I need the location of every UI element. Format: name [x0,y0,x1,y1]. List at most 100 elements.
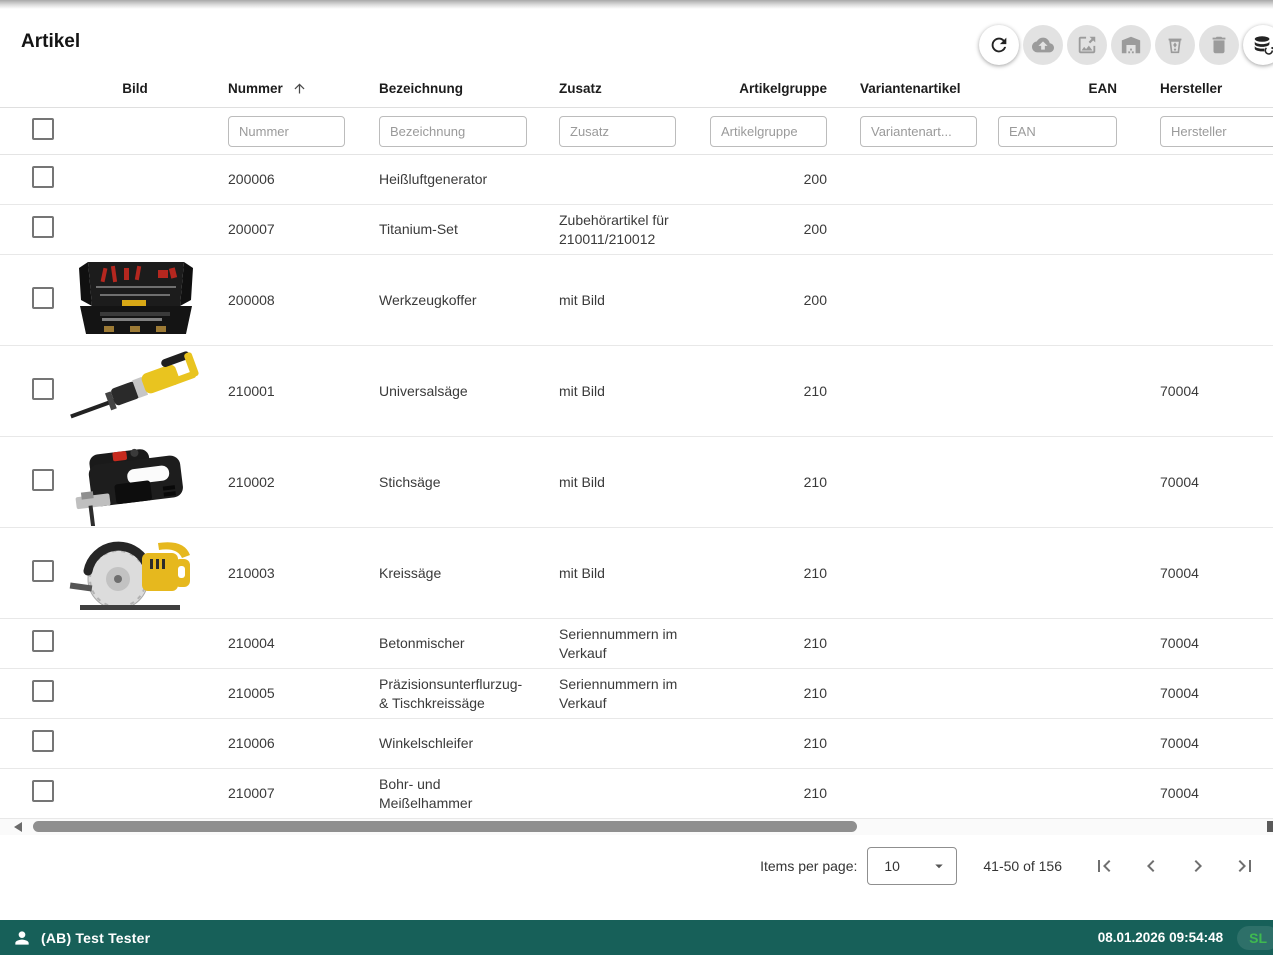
cell-artikelgruppe: 200 [700,170,827,189]
cell-nummer: 210003 [210,564,369,583]
filter-input-variantenartikel[interactable] [860,116,977,147]
table-row[interactable]: 210003Kreissägemit Bild21070004 [0,528,1273,619]
filter-input-bezeichnung[interactable] [379,116,527,147]
row-checkbox[interactable] [32,378,54,400]
cell-artikelgruppe: 210 [700,684,827,703]
trash-diamond-icon [1164,34,1186,56]
filter-cell-artikelgruppe [700,116,827,147]
cell-select [0,166,60,193]
select-all-checkbox[interactable] [32,118,54,140]
database-sync-icon [1252,34,1273,56]
cell-artikelgruppe: 210 [700,382,827,401]
column-header-nummer[interactable]: Nummer [210,79,369,98]
scroll-right-icon[interactable] [1267,821,1273,832]
table-row[interactable]: 210002Stichsägemit Bild21070004 [0,437,1273,528]
row-checkbox[interactable] [32,287,54,309]
cell-bezeichnung: Universalsäge [369,382,549,401]
horizontal-scrollbar[interactable] [0,819,1273,835]
cell-hersteller: 70004 [1127,473,1273,492]
row-checkbox[interactable] [32,216,54,238]
cell-select [0,378,60,405]
filter-input-hersteller[interactable] [1160,116,1273,147]
row-checkbox[interactable] [32,630,54,652]
cell-artikelgruppe: 210 [700,734,827,753]
column-header-ean[interactable]: EAN [987,79,1127,98]
cell-bild [60,438,210,526]
cell-nummer: 210006 [210,734,369,753]
page-size-select[interactable]: 10 [867,847,957,885]
export-image-button [1067,25,1107,65]
cell-select [0,680,60,707]
badge-label: SL [1249,930,1267,946]
row-checkbox[interactable] [32,469,54,491]
last-page-button[interactable] [1225,846,1265,886]
cell-zusatz: mit Bild [549,382,700,401]
row-checkbox[interactable] [32,560,54,582]
filter-input-ean[interactable] [998,116,1117,147]
cell-select [0,730,60,757]
cell-bild [60,347,210,435]
table-body: 200006Heißluftgenerator200200007Titanium… [0,155,1273,819]
cell-select [0,216,60,243]
footer-bar: (AB) Test Tester 08.01.2026 09:54:48 SL [0,920,1273,955]
filter-cell-zusatz [549,116,700,147]
filter-input-artikelgruppe[interactable] [710,116,827,147]
person-icon [12,928,32,948]
user-label[interactable]: (AB) Test Tester [41,930,150,946]
prev-page-button[interactable] [1131,846,1171,886]
table-row[interactable]: 210004BetonmischerSeriennummern im Verka… [0,619,1273,669]
timestamp: 08.01.2026 09:54:48 [1098,930,1223,945]
scrollbar-thumb[interactable] [33,821,857,832]
delete-button [1199,25,1239,65]
column-header-hersteller[interactable]: Hersteller [1127,79,1273,98]
table-row[interactable]: 200006Heißluftgenerator 200 [0,155,1273,205]
cell-hersteller: 70004 [1127,634,1273,653]
cell-hersteller: 70004 [1127,564,1273,583]
filter-input-zusatz[interactable] [559,116,676,147]
chevron-right-icon [1186,854,1210,878]
toolcase-image [66,256,204,344]
pagination-nav [1084,846,1265,886]
column-header-artikelgruppe[interactable]: Artikelgruppe [700,79,827,98]
row-checkbox[interactable] [32,166,54,188]
column-header-zusatz[interactable]: Zusatz [549,79,700,98]
column-label-artikelgruppe: Artikelgruppe [739,79,827,98]
cell-hersteller: 70004 [1127,784,1273,803]
trash-icon [1208,34,1230,56]
row-checkbox[interactable] [32,680,54,702]
refresh-button[interactable] [979,25,1019,65]
artikel-page: Artikel BildNummerBezeichnungZusatzArtik… [0,0,1273,955]
cell-artikelgruppe: 210 [700,634,827,653]
table-row[interactable]: 200008Werkzeugkoffermit Bild200 [0,255,1273,346]
table-row[interactable]: 210001Universalsägemit Bild21070004 [0,346,1273,437]
filter-cell-ean [987,116,1127,147]
first-page-button[interactable] [1084,846,1124,886]
sync-database-button[interactable] [1243,25,1273,65]
table-row[interactable]: 200007Titanium-SetZubehörartikel für 210… [0,205,1273,255]
cell-nummer: 210001 [210,382,369,401]
column-header-variantenartikel[interactable]: Variantenartikel [827,79,987,98]
person-icon [12,928,32,948]
row-checkbox[interactable] [32,780,54,802]
table-row[interactable]: 210007Bohr- und Meißelhammer21070004 [0,769,1273,819]
cell-zusatz: Seriennummern im Verkauf [549,675,700,713]
cell-bezeichnung: Titanium-Set [369,220,549,239]
cell-artikelgruppe: 210 [700,564,827,583]
cell-bezeichnung: Heißluftgenerator [369,170,549,189]
scroll-left-icon[interactable] [14,822,22,832]
range-label: 41-50 of 156 [983,858,1062,874]
last-page-icon [1233,854,1257,878]
filter-input-nummer[interactable] [228,116,345,147]
column-header-bezeichnung[interactable]: Bezeichnung [369,79,549,98]
table-row[interactable]: 210006Winkelschleifer21070004 [0,719,1273,769]
cell-bild [60,256,210,344]
cell-nummer: 200006 [210,170,369,189]
column-label-nummer: Nummer [228,79,283,98]
row-checkbox[interactable] [32,730,54,752]
caret-down-icon [930,857,956,875]
table-row[interactable]: 210005Präzisionsunterflurzug- & Tischkre… [0,669,1273,719]
cell-artikelgruppe: 200 [700,220,827,239]
cell-select [0,560,60,587]
table-filter-row [0,108,1273,155]
next-page-button[interactable] [1178,846,1218,886]
